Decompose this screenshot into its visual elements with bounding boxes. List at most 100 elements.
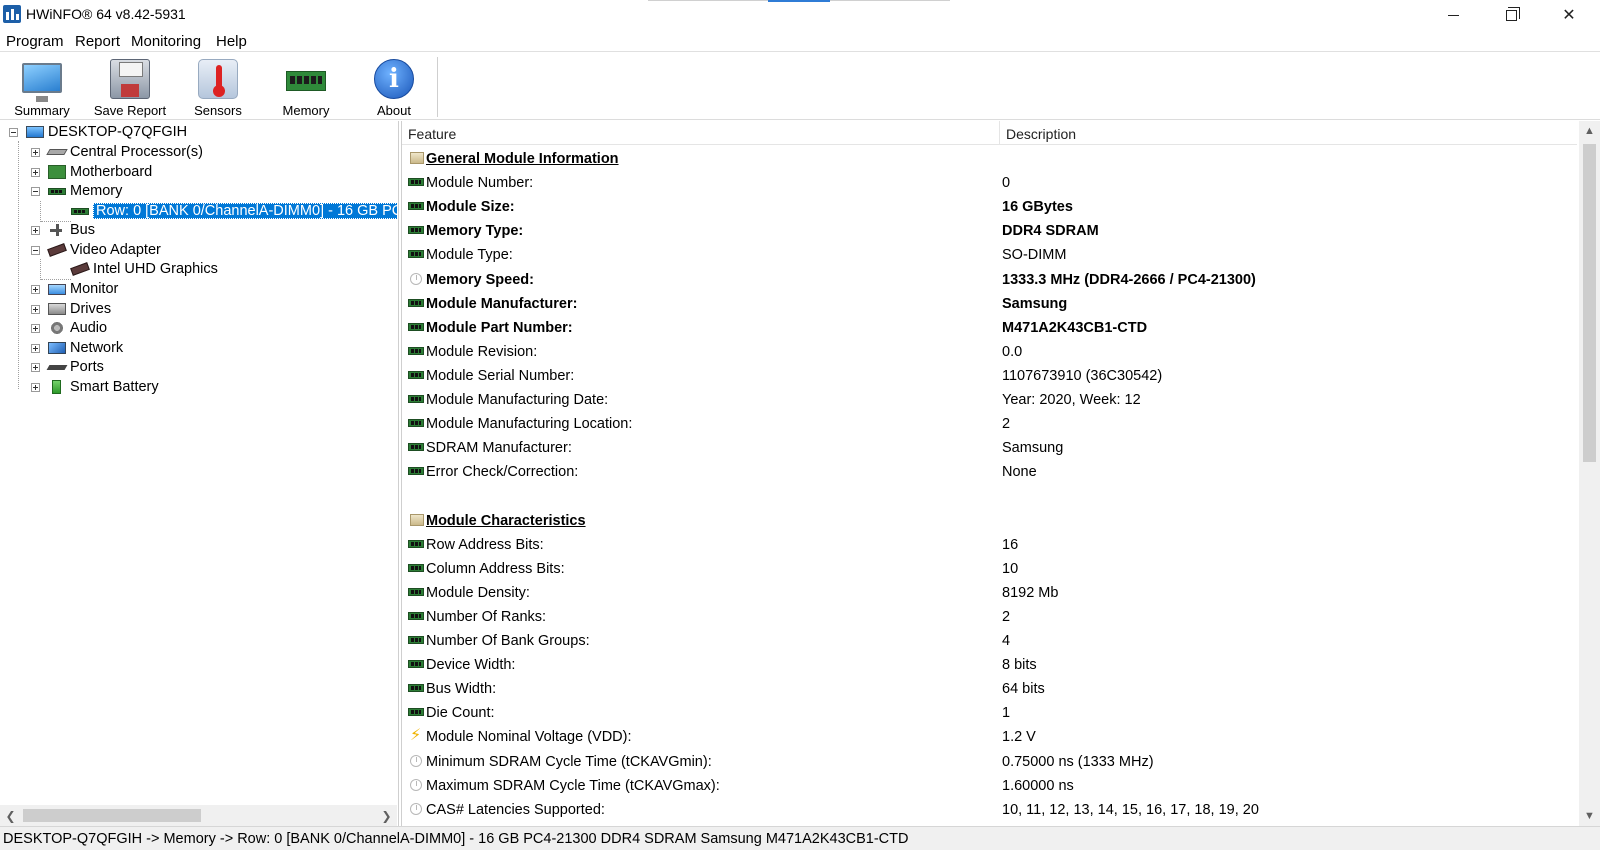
scroll-thumb[interactable] [1583,144,1596,462]
title-bar-accent [768,0,830,2]
menu-program[interactable]: Program [6,33,64,50]
tree-item-motherboard[interactable]: Motherboard [31,162,152,182]
detail-row[interactable]: ⚡ Module Nominal Voltage (VDD): 1.2 V [402,725,1577,749]
expand-toggle[interactable] [31,304,40,314]
save-report-label: Save Report [93,103,167,118]
detail-row[interactable]: Number Of Bank Groups: 4 [402,629,1577,653]
detail-row[interactable]: Bus Width: 64 bits [402,677,1577,701]
detail-row[interactable]: Module Density: 8192 Mb [402,581,1577,605]
column-divider[interactable] [999,121,1000,145]
tree-item-memory-row-0[interactable]: Row: 0 [BANK 0/ChannelA-DIMM0] - 16 GB P… [71,201,397,221]
column-header-feature[interactable]: Feature [408,126,456,142]
collapse-toggle[interactable] [31,186,40,196]
tree-item-network[interactable]: Network [31,338,123,358]
tree-item-cpu[interactable]: Central Processor(s) [31,142,203,162]
tree-item-smart-battery[interactable]: Smart Battery [31,377,159,397]
about-button[interactable]: i About [352,57,436,118]
section-folder-icon [410,514,424,526]
menu-report[interactable]: Report [75,33,120,50]
scroll-up-button[interactable]: ▲ [1579,121,1600,141]
tree-item-memory[interactable]: Memory [31,181,122,201]
expand-toggle[interactable] [31,225,40,235]
details-vertical-scrollbar[interactable]: ▲ ▼ [1579,121,1600,826]
detail-row[interactable] [402,484,1577,508]
detail-row[interactable]: Module Manufacturing Location: 2 [402,412,1577,436]
tree-item-label: Network [70,340,124,356]
tree-item-video-adapter[interactable]: Video Adapter [31,240,161,260]
tree-item-ports[interactable]: Ports [31,357,104,377]
detail-row[interactable]: SDRAM Manufacturer: Samsung [402,436,1577,460]
detail-row[interactable]: Error Check/Correction: None [402,460,1577,484]
ram-module-icon [408,347,424,355]
description-value: 1107673910 (36C30542) [1002,368,1163,384]
expand-toggle[interactable] [31,343,40,353]
detail-row[interactable]: Column Address Bits: 10 [402,557,1577,581]
expand-toggle[interactable] [31,147,40,157]
scroll-down-button[interactable]: ▼ [1579,806,1600,826]
collapse-toggle[interactable] [31,245,40,255]
minimize-button[interactable] [1424,0,1482,30]
ram-module-icon [408,564,424,572]
tree-horizontal-scrollbar[interactable]: ❮ ❯ [0,805,397,826]
detail-row[interactable]: Module Type: SO-DIMM [402,243,1577,267]
tree-item-label: Ports [70,359,104,375]
tree-item-drives[interactable]: Drives [31,299,111,319]
tree-item-monitor[interactable]: Monitor [31,279,118,299]
feature-label: Memory Speed: [426,272,534,288]
detail-row[interactable]: Memory Speed: 1333.3 MHz (DDR4-2666 / PC4… [402,268,1577,292]
detail-row[interactable]: Module Manufacturing Date: Year: 2020, We… [402,388,1577,412]
restore-button[interactable] [1482,0,1540,30]
expand-toggle[interactable] [31,323,40,333]
feature-label: Bus Width: [426,681,497,697]
sensors-button[interactable]: Sensors [176,57,260,118]
detail-row[interactable]: Module Number: 0 [402,171,1577,195]
detail-row[interactable]: Module Serial Number: 1107673910 (36C3054… [402,364,1577,388]
restore-icon [1505,6,1520,21]
feature-label: CAS# Latencies Supported: [426,802,605,818]
tree-item-bus[interactable]: Bus [31,220,95,240]
save-report-button[interactable]: Save Report [88,57,172,118]
expand-toggle[interactable] [31,382,40,392]
scroll-right-button[interactable]: ❯ [376,805,397,826]
detail-row[interactable]: Module Manufacturer: Samsung [402,292,1577,316]
tree-item-audio[interactable]: Audio [31,318,107,338]
expand-toggle[interactable] [31,167,40,177]
menu-monitoring[interactable]: Monitoring [131,33,201,50]
tree-connector-line [40,259,41,280]
ram-module-icon [408,540,424,548]
section-header[interactable]: General Module Information [402,147,1577,171]
section-header[interactable]: Module Characteristics [402,509,1577,533]
expand-toggle[interactable] [31,362,40,372]
feature-label: Module Size: [426,199,515,215]
device-tree[interactable]: DESKTOP-Q7QFGIH Central Processor(s) Mot… [0,121,397,805]
detail-row[interactable]: Minimum SDRAM Cycle Time (tCKAVGmin): 0.7… [402,750,1577,774]
toolbar-separator [437,57,438,117]
detail-row[interactable]: Module Revision: 0.0 [402,340,1577,364]
scroll-thumb[interactable] [23,809,201,822]
menu-help[interactable]: Help [216,33,247,50]
detail-row[interactable]: Memory Type: DDR4 SDRAM [402,219,1577,243]
detail-row[interactable]: Number Of Ranks: 2 [402,605,1577,629]
memory-button[interactable]: Memory [264,57,348,118]
detail-row[interactable]: Row Address Bits: 16 [402,533,1577,557]
scroll-left-button[interactable]: ❮ [0,805,21,826]
detail-row[interactable]: Device Width: 8 bits [402,653,1577,677]
detail-row[interactable]: Module Size: 16 GBytes [402,195,1577,219]
ram-module-icon [408,202,424,210]
tree-item-intel-uhd[interactable]: Intel UHD Graphics [70,259,218,279]
close-button[interactable]: ✕ [1540,0,1598,30]
feature-label: Module Type: [426,247,513,263]
detail-row[interactable]: Module Part Number: M471A2K43CB1-CTD [402,316,1577,340]
collapse-toggle[interactable] [9,127,18,137]
detail-row[interactable]: CAS# Latencies Supported: 10, 11, 12, 13,… [402,798,1577,822]
detail-row[interactable]: Die Count: 1 [402,701,1577,725]
column-header-description[interactable]: Description [1006,126,1076,142]
description-value: DDR4 SDRAM [1002,223,1099,239]
expand-toggle[interactable] [31,284,40,294]
tree-root[interactable]: DESKTOP-Q7QFGIH [9,122,187,142]
feature-label: Module Number: [426,175,534,191]
description-value: 0.75000 ns (1333 MHz) [1002,754,1154,770]
summary-button[interactable]: Summary [0,57,84,118]
description-value: 10, 11, 12, 13, 14, 15, 16, 17, 18, 19, … [1002,802,1259,818]
detail-row[interactable]: Maximum SDRAM Cycle Time (tCKAVGmax): 1.6… [402,774,1577,798]
